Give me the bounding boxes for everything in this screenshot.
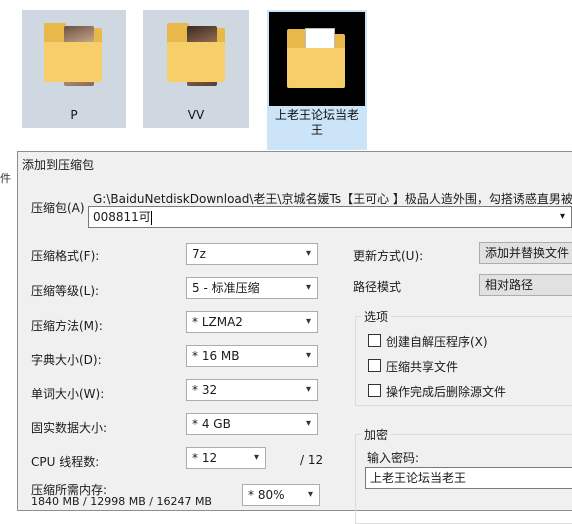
folder-tile-vv[interactable]: VV [143, 10, 249, 128]
word-size-select[interactable]: * 32 ▾ [186, 379, 318, 401]
chevron-down-icon: ▾ [305, 282, 311, 293]
archive-label: 压缩包(A) [31, 201, 85, 215]
solid-size-select[interactable]: * 4 GB ▾ [186, 413, 318, 435]
solid-size-label: 固实数据大小: [31, 421, 108, 435]
memory-usage: 1840 MB / 12998 MB / 16247 MB [31, 495, 212, 508]
cpu-threads-label: CPU 线程数: [31, 455, 100, 469]
add-to-archive-dialog: 添加到压缩包 压缩包(A) G:\BaiduNetdiskDownload\老王… [17, 151, 572, 524]
encryption-title: 加密 [361, 426, 392, 443]
folder-tile-selected[interactable]: 上老王论坛当老王 [267, 10, 367, 150]
chevron-down-icon: ▾ [305, 418, 311, 429]
shared-files-checkbox[interactable] [368, 359, 381, 372]
sfx-label: 创建自解压程序(X) [386, 335, 488, 349]
cpu-threads-total: / 12 [300, 453, 324, 467]
path-mode-select[interactable]: 相对路径 [479, 274, 572, 296]
chevron-down-icon: ▾ [305, 316, 311, 327]
cpu-threads-select[interactable]: * 12 ▾ [186, 447, 266, 469]
memory-select[interactable]: * 80% ▾ [242, 484, 320, 506]
chevron-down-icon: ▾ [305, 384, 311, 395]
chevron-down-icon[interactable]: ▾ [560, 207, 565, 227]
password-label: 输入密码: [367, 451, 420, 465]
method-select[interactable]: * LZMA2 ▾ [186, 311, 318, 333]
delete-source-label: 操作完成后删除源文件 [386, 385, 507, 399]
chevron-down-icon: ▾ [307, 489, 313, 500]
chevron-down-icon: ▾ [305, 350, 311, 361]
folder-tile-p[interactable]: P [22, 10, 126, 128]
dictionary-select[interactable]: * 16 MB ▾ [186, 345, 318, 367]
word-size-label: 单词大小(W): [31, 387, 105, 401]
folder-name: P [70, 108, 78, 122]
level-label: 压缩等级(L): [31, 284, 100, 298]
chevron-down-icon: ▾ [305, 248, 311, 259]
folder-name: VV [187, 108, 205, 122]
dictionary-label: 字典大小(D): [31, 353, 102, 367]
format-select[interactable]: 7z ▾ [186, 243, 318, 265]
format-label: 压缩格式(F): [31, 249, 100, 263]
update-mode-label: 更新方式(U): [353, 249, 424, 263]
delete-source-checkbox[interactable] [368, 384, 381, 397]
level-select[interactable]: 5 - 标准压缩 ▾ [186, 277, 318, 299]
archive-name-input[interactable]: 008811可 ▾ [88, 206, 572, 228]
dialog-title: 添加到压缩包 [22, 158, 95, 172]
chevron-down-icon: ▾ [253, 452, 259, 463]
edge-char: 件 [0, 172, 11, 185]
password-input[interactable]: 上老王论坛当老王 [365, 467, 572, 489]
options-title: 选项 [361, 308, 392, 325]
shared-files-label: 压缩共享文件 [386, 360, 459, 374]
path-mode-label: 路径模式 [353, 280, 402, 294]
sfx-checkbox[interactable] [368, 334, 381, 347]
archive-path: G:\BaiduNetdiskDownload\老王\京城名媛Ts【王可心 】极… [93, 192, 572, 206]
folder-name: 上老王论坛当老王 [274, 108, 359, 137]
method-label: 压缩方法(M): [31, 319, 103, 333]
update-mode-select[interactable]: 添加并替换文件 [479, 242, 572, 264]
